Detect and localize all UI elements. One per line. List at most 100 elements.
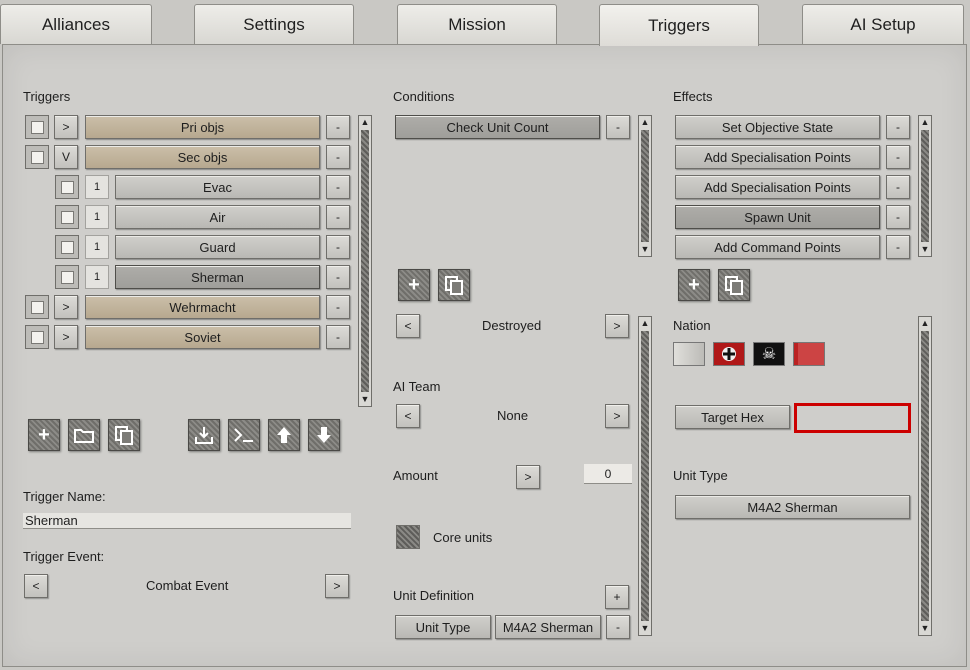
unit-definition-remove-button[interactable]: - [606,615,630,639]
state-prev-button[interactable]: < [396,314,420,338]
effect-item[interactable]: Add Command Points [675,235,880,259]
scroll-up-arrow[interactable]: ▲ [919,116,931,129]
target-hex-highlight[interactable] [794,403,911,433]
scroll-up-arrow[interactable]: ▲ [919,317,931,330]
conditions-scrollbar[interactable]: ▲ ▼ [638,115,652,257]
tab-triggers[interactable]: Triggers [599,4,759,46]
condition-remove-button[interactable]: - [606,115,630,139]
scroll-thumb[interactable] [641,331,649,621]
scroll-down-arrow[interactable]: ▼ [919,243,931,256]
tab-ai-setup[interactable]: AI Setup [802,4,964,44]
target-hex-button[interactable]: Target Hex [675,405,790,429]
scroll-thumb[interactable] [921,130,929,242]
scroll-thumb[interactable] [641,130,649,242]
tab-alliances[interactable]: Alliances [0,4,152,44]
trigger-remove-button[interactable]: - [326,325,350,349]
add-condition-button[interactable]: + [398,269,430,301]
state-next-button[interactable]: > [605,314,629,338]
trigger-checkbox[interactable] [25,295,49,319]
trigger-item-sec-objs[interactable]: Sec objs [85,145,320,169]
scroll-up-arrow[interactable]: ▲ [639,116,651,129]
core-units-label: Core units [433,530,493,545]
duplicate-trigger-button[interactable] [108,419,140,451]
effect-remove-button[interactable]: - [886,205,910,229]
scroll-up-arrow[interactable]: ▲ [639,317,651,330]
scroll-thumb[interactable] [361,130,369,392]
nation-neutral-flag[interactable] [673,342,705,366]
add-folder-button[interactable] [68,419,100,451]
amount-input[interactable]: 0 [584,464,632,484]
trigger-item-soviet[interactable]: Soviet [85,325,320,349]
move-down-button[interactable] [308,419,340,451]
plus-icon: + [688,273,700,296]
event-prev-button[interactable]: < [24,574,48,598]
console-button[interactable] [228,419,260,451]
trigger-item-pri-objs[interactable]: Pri objs [85,115,320,139]
effect-item[interactable]: Add Specialisation Points [675,175,880,199]
scroll-down-arrow[interactable]: ▼ [639,243,651,256]
nation-soviet-flag[interactable] [793,342,825,366]
effect-remove-button[interactable]: - [886,145,910,169]
tab-settings[interactable]: Settings [194,4,354,44]
add-effect-button[interactable]: + [678,269,710,301]
trigger-checkbox[interactable] [55,235,79,259]
unit-type-value-button[interactable]: M4A2 Sherman [495,615,601,639]
effect-remove-button[interactable]: - [886,175,910,199]
amount-button[interactable]: > [516,465,540,489]
effect-item-selected[interactable]: Spawn Unit [675,205,880,229]
unit-type-button[interactable]: Unit Type [395,615,491,639]
effect-item[interactable]: Add Specialisation Points [675,145,880,169]
trigger-item-evac[interactable]: Evac [115,175,320,199]
trigger-item-wehrmacht[interactable]: Wehrmacht [85,295,320,319]
trigger-remove-button[interactable]: - [326,295,350,319]
trigger-checkbox[interactable] [25,145,49,169]
effect-item[interactable]: Set Objective State [675,115,880,139]
ai-team-prev-button[interactable]: < [396,404,420,428]
import-trigger-button[interactable] [188,419,220,451]
trigger-checkbox[interactable] [25,325,49,349]
scroll-up-arrow[interactable]: ▲ [359,116,371,129]
effect-params-scrollbar[interactable]: ▲ ▼ [918,316,932,636]
trigger-remove-button[interactable]: - [326,265,350,289]
trigger-expand-button[interactable]: > [54,115,78,139]
condition-params-scrollbar[interactable]: ▲ ▼ [638,316,652,636]
trigger-checkbox[interactable] [55,205,79,229]
core-units-checkbox[interactable] [396,525,420,549]
trigger-checkbox[interactable] [25,115,49,139]
trigger-checkbox[interactable] [55,175,79,199]
scroll-down-arrow[interactable]: ▼ [919,622,931,635]
tab-mission[interactable]: Mission [397,4,557,44]
trigger-remove-button[interactable]: - [326,175,350,199]
trigger-remove-button[interactable]: - [326,115,350,139]
trigger-checkbox[interactable] [55,265,79,289]
nation-germany-flag[interactable] [713,342,745,366]
scroll-thumb[interactable] [921,331,929,621]
trigger-remove-button[interactable]: - [326,205,350,229]
effects-scrollbar[interactable]: ▲ ▼ [918,115,932,257]
effect-remove-button[interactable]: - [886,235,910,259]
move-up-button[interactable] [268,419,300,451]
triggers-scrollbar[interactable]: ▲ ▼ [358,115,372,407]
effects-heading: Effects [673,89,713,104]
trigger-expand-button[interactable]: > [54,295,78,319]
nation-skull-flag[interactable]: ☠ [753,342,785,366]
scroll-down-arrow[interactable]: ▼ [359,393,371,406]
duplicate-effect-button[interactable] [718,269,750,301]
trigger-item-sherman[interactable]: Sherman [115,265,320,289]
trigger-item-air[interactable]: Air [115,205,320,229]
trigger-expand-button[interactable]: V [54,145,78,169]
condition-item[interactable]: Check Unit Count [395,115,600,139]
trigger-expand-button[interactable]: > [54,325,78,349]
add-trigger-button[interactable]: + [28,419,60,451]
scroll-down-arrow[interactable]: ▼ [639,622,651,635]
unit-definition-add-button[interactable]: + [605,585,629,609]
effect-unit-type-button[interactable]: M4A2 Sherman [675,495,910,519]
trigger-name-input[interactable]: Sherman [23,513,351,529]
trigger-remove-button[interactable]: - [326,145,350,169]
ai-team-next-button[interactable]: > [605,404,629,428]
trigger-item-guard[interactable]: Guard [115,235,320,259]
duplicate-condition-button[interactable] [438,269,470,301]
effect-remove-button[interactable]: - [886,115,910,139]
trigger-remove-button[interactable]: - [326,235,350,259]
event-next-button[interactable]: > [325,574,349,598]
